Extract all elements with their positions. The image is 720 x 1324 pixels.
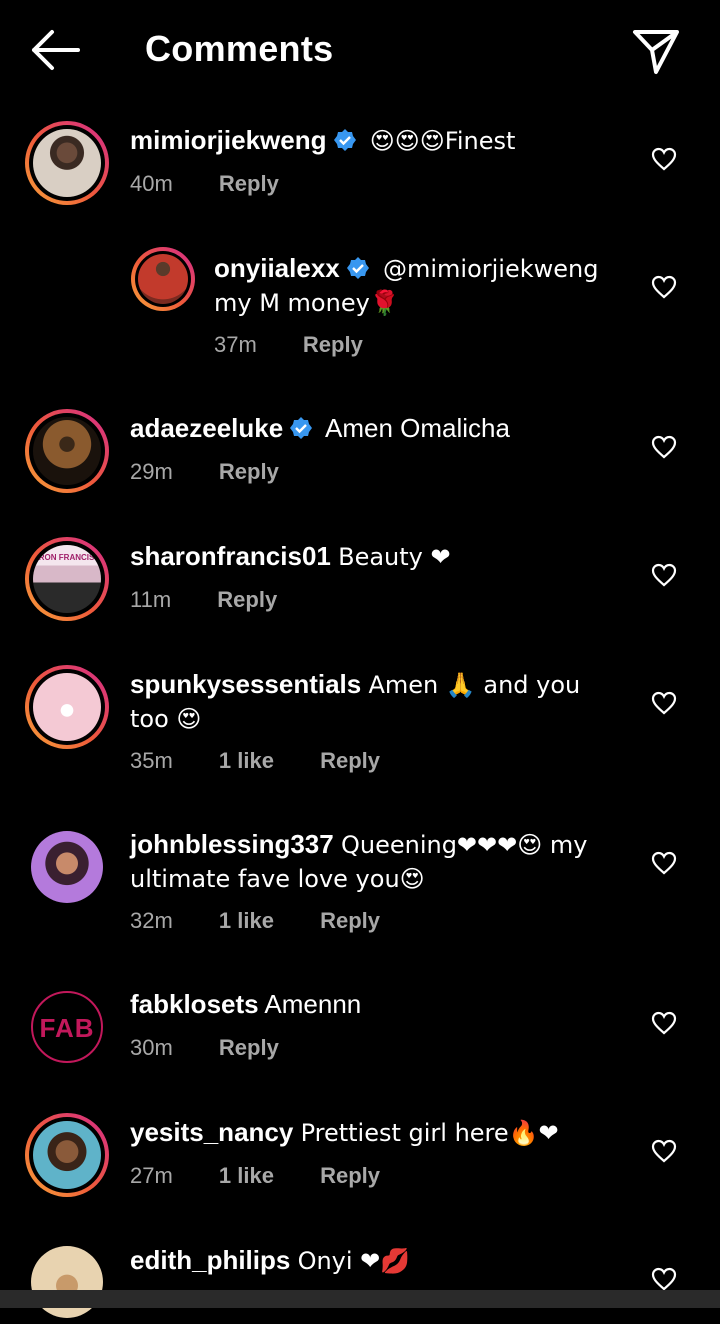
avatar[interactable] [25,121,109,205]
header-bar: Comments [0,0,720,100]
avatar[interactable] [25,665,109,749]
heart-icon[interactable] [651,1267,677,1291]
comment-text: 😍😍😍Finest [369,127,516,155]
verified-badge-icon [346,257,369,279]
username[interactable]: edith_philips [130,1245,290,1275]
reply-button[interactable]: Reply [320,1163,380,1188]
heart-icon[interactable] [651,851,677,875]
likes-count[interactable]: 1 like [219,748,274,773]
heart-icon[interactable] [651,1011,677,1035]
username[interactable]: johnblessing337 [130,829,334,859]
timestamp: 27m [130,1163,173,1188]
heart-icon[interactable] [651,563,677,587]
verified-badge-icon [333,129,356,151]
timestamp: 30m [130,1035,173,1060]
timestamp: 32m [130,908,173,933]
timestamp: 37m [214,332,257,357]
likes-count[interactable]: 1 like [219,1163,274,1188]
back-arrow-icon[interactable] [28,28,82,72]
avatar[interactable] [25,1240,109,1324]
heart-icon[interactable] [651,691,677,715]
reply-button[interactable]: Reply [303,332,363,357]
avatar[interactable] [25,825,109,909]
avatar-logo-text: FAB [39,1013,95,1043]
avatar[interactable] [25,1113,109,1197]
reply-button[interactable]: Reply [219,1035,279,1060]
comment-text: Amennn [264,989,362,1019]
reply-button[interactable]: Reply [219,459,279,484]
username[interactable]: onyiialexx [214,253,340,283]
avatar[interactable] [131,247,195,311]
verified-badge-icon [290,417,313,439]
heart-icon[interactable] [651,147,677,171]
timestamp: 11m [130,587,172,612]
username[interactable]: sharonfrancis01 [130,541,331,571]
timestamp: 35m [130,748,173,773]
reply-button[interactable]: Reply [219,171,279,196]
bottom-bar [0,1290,720,1308]
comment-text: Beauty ❤ [338,543,451,571]
username[interactable]: yesits_nancy [130,1117,293,1147]
username[interactable]: adaezeeluke [130,413,283,443]
reply-button[interactable]: Reply [217,587,277,612]
username[interactable]: mimiorjiekweng [130,125,327,155]
heart-icon[interactable] [651,275,677,299]
avatar-caption: ARON FRANCIS T [33,553,101,562]
page-title: Comments [145,28,334,69]
username[interactable]: spunkysessentials [130,669,361,699]
reply-button[interactable]: Reply [320,908,380,933]
reply-button[interactable]: Reply [320,748,380,773]
comment-text: Prettiest girl here🔥❤ [300,1119,559,1147]
username[interactable]: fabklosets [130,989,259,1019]
timestamp: 40m [130,171,173,196]
avatar[interactable]: FAB [25,985,109,1069]
heart-icon[interactable] [651,1139,677,1163]
avatar[interactable] [25,409,109,493]
avatar[interactable]: ARON FRANCIS T [25,537,109,621]
likes-count[interactable]: 1 like [219,908,274,933]
heart-icon[interactable] [651,435,677,459]
comment-text: Amen Omalicha [325,413,510,443]
timestamp: 29m [130,459,173,484]
send-icon[interactable] [630,26,682,78]
comment-text: Onyi ❤💋 [297,1247,411,1275]
